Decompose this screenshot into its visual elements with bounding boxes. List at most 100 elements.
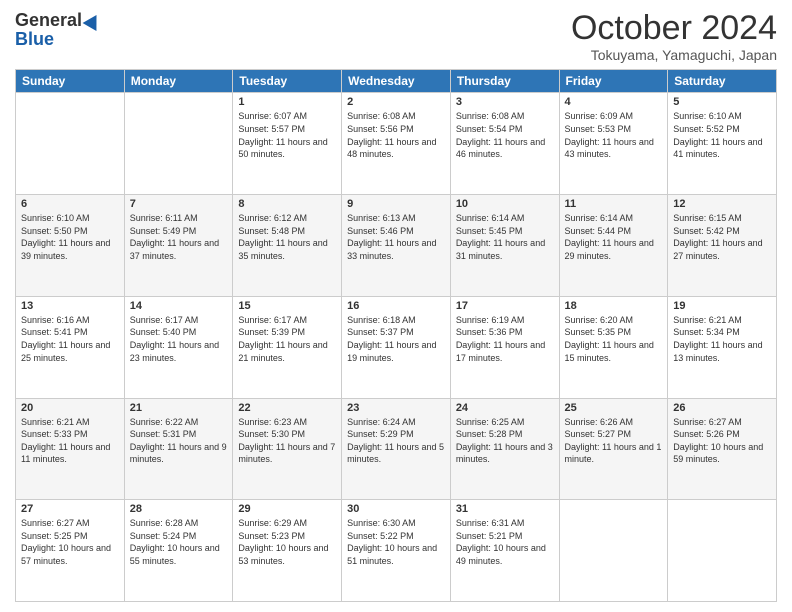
day-number: 20: [21, 402, 119, 414]
calendar-cell: 22 Sunrise: 6:23 AM Sunset: 5:30 PM Dayli…: [233, 398, 342, 500]
logo-general: General: [15, 10, 82, 31]
weekday-header: Tuesday: [233, 70, 342, 93]
calendar-cell: 18 Sunrise: 6:20 AM Sunset: 5:35 PM Dayli…: [559, 296, 668, 398]
calendar-week-row: 20Sunrise: 6:21 AM Sunset: 5:33 PM Dayli…: [16, 398, 777, 500]
calendar-table: SundayMondayTuesdayWednesdayThursdayFrid…: [15, 69, 777, 602]
day-number: 22: [238, 402, 336, 414]
calendar-cell: 16 Sunrise: 6:18 AM Sunset: 5:37 PM Dayli…: [342, 296, 451, 398]
logo-blue: Blue: [15, 29, 54, 49]
calendar-cell: 27Sunrise: 6:27 AM Sunset: 5:25 PM Dayli…: [16, 500, 125, 602]
calendar-week-row: 6 Sunrise: 6:10 AM Sunset: 5:50 PM Daylig…: [16, 195, 777, 297]
day-number: 19: [673, 300, 771, 312]
day-info: Sunrise: 6:08 AM Sunset: 5:56 PM Dayligh…: [347, 110, 445, 160]
calendar-cell: [124, 93, 233, 195]
weekday-header: Wednesday: [342, 70, 451, 93]
day-number: 10: [456, 198, 554, 210]
day-number: 18: [565, 300, 663, 312]
day-number: 4: [565, 96, 663, 108]
day-number: 30: [347, 503, 445, 515]
day-info: Sunrise: 6:07 AM Sunset: 5:57 PM Dayligh…: [238, 110, 336, 160]
calendar-cell: [16, 93, 125, 195]
day-info: Sunrise: 6:22 AM Sunset: 5:31 PM Dayligh…: [130, 416, 228, 466]
calendar-cell: 14Sunrise: 6:17 AM Sunset: 5:40 PM Dayli…: [124, 296, 233, 398]
logo-text: General: [15, 10, 101, 31]
day-info: Sunrise: 6:28 AM Sunset: 5:24 PM Dayligh…: [130, 517, 228, 567]
day-number: 12: [673, 198, 771, 210]
day-info: Sunrise: 6:30 AM Sunset: 5:22 PM Dayligh…: [347, 517, 445, 567]
calendar-cell: 2 Sunrise: 6:08 AM Sunset: 5:56 PM Daylig…: [342, 93, 451, 195]
calendar-cell: 15 Sunrise: 6:17 AM Sunset: 5:39 PM Dayli…: [233, 296, 342, 398]
day-info: Sunrise: 6:14 AM Sunset: 5:44 PM Dayligh…: [565, 212, 663, 262]
calendar-cell: [559, 500, 668, 602]
day-number: 13: [21, 300, 119, 312]
day-info: Sunrise: 6:31 AM Sunset: 5:21 PM Dayligh…: [456, 517, 554, 567]
day-info: Sunrise: 6:19 AM Sunset: 5:36 PM Dayligh…: [456, 314, 554, 364]
day-number: 23: [347, 402, 445, 414]
day-number: 5: [673, 96, 771, 108]
day-number: 28: [130, 503, 228, 515]
day-info: Sunrise: 6:17 AM Sunset: 5:40 PM Dayligh…: [130, 314, 228, 364]
weekday-header: Saturday: [668, 70, 777, 93]
weekday-header: Friday: [559, 70, 668, 93]
weekday-header: Thursday: [450, 70, 559, 93]
calendar-cell: 9Sunrise: 6:13 AM Sunset: 5:46 PM Daylig…: [342, 195, 451, 297]
day-info: Sunrise: 6:25 AM Sunset: 5:28 PM Dayligh…: [456, 416, 554, 466]
calendar-week-row: 13 Sunrise: 6:16 AM Sunset: 5:41 PM Dayli…: [16, 296, 777, 398]
calendar-cell: 26Sunrise: 6:27 AM Sunset: 5:26 PM Dayli…: [668, 398, 777, 500]
day-info: Sunrise: 6:09 AM Sunset: 5:53 PM Dayligh…: [565, 110, 663, 160]
logo-icon: [83, 10, 104, 30]
calendar-cell: 28 Sunrise: 6:28 AM Sunset: 5:24 PM Dayli…: [124, 500, 233, 602]
day-info: Sunrise: 6:18 AM Sunset: 5:37 PM Dayligh…: [347, 314, 445, 364]
calendar-cell: 31 Sunrise: 6:31 AM Sunset: 5:21 PM Dayli…: [450, 500, 559, 602]
calendar-cell: 24 Sunrise: 6:25 AM Sunset: 5:28 PM Dayli…: [450, 398, 559, 500]
day-info: Sunrise: 6:11 AM Sunset: 5:49 PM Dayligh…: [130, 212, 228, 262]
day-info: Sunrise: 6:20 AM Sunset: 5:35 PM Dayligh…: [565, 314, 663, 364]
weekday-header: Sunday: [16, 70, 125, 93]
calendar-cell: 10Sunrise: 6:14 AM Sunset: 5:45 PM Dayli…: [450, 195, 559, 297]
calendar-week-row: 27Sunrise: 6:27 AM Sunset: 5:25 PM Dayli…: [16, 500, 777, 602]
day-number: 17: [456, 300, 554, 312]
day-info: Sunrise: 6:29 AM Sunset: 5:23 PM Dayligh…: [238, 517, 336, 567]
header: General Blue October 2024 Tokuyama, Yama…: [15, 10, 777, 63]
calendar-cell: 4 Sunrise: 6:09 AM Sunset: 5:53 PM Daylig…: [559, 93, 668, 195]
day-number: 16: [347, 300, 445, 312]
calendar-cell: 13 Sunrise: 6:16 AM Sunset: 5:41 PM Dayli…: [16, 296, 125, 398]
day-number: 1: [238, 96, 336, 108]
day-number: 6: [21, 198, 119, 210]
day-number: 9: [347, 198, 445, 210]
calendar-cell: 7 Sunrise: 6:11 AM Sunset: 5:49 PM Daylig…: [124, 195, 233, 297]
day-number: 31: [456, 503, 554, 515]
day-number: 21: [130, 402, 228, 414]
calendar-cell: 25Sunrise: 6:26 AM Sunset: 5:27 PM Dayli…: [559, 398, 668, 500]
day-info: Sunrise: 6:15 AM Sunset: 5:42 PM Dayligh…: [673, 212, 771, 262]
day-number: 8: [238, 198, 336, 210]
day-number: 3: [456, 96, 554, 108]
day-info: Sunrise: 6:16 AM Sunset: 5:41 PM Dayligh…: [21, 314, 119, 364]
month-title: October 2024: [571, 10, 777, 47]
day-info: Sunrise: 6:17 AM Sunset: 5:39 PM Dayligh…: [238, 314, 336, 364]
day-number: 29: [238, 503, 336, 515]
calendar-cell: 23Sunrise: 6:24 AM Sunset: 5:29 PM Dayli…: [342, 398, 451, 500]
calendar-cell: 12 Sunrise: 6:15 AM Sunset: 5:42 PM Dayli…: [668, 195, 777, 297]
calendar-cell: 3 Sunrise: 6:08 AM Sunset: 5:54 PM Daylig…: [450, 93, 559, 195]
day-number: 24: [456, 402, 554, 414]
calendar-cell: 20Sunrise: 6:21 AM Sunset: 5:33 PM Dayli…: [16, 398, 125, 500]
day-number: 7: [130, 198, 228, 210]
day-info: Sunrise: 6:10 AM Sunset: 5:52 PM Dayligh…: [673, 110, 771, 160]
day-info: Sunrise: 6:10 AM Sunset: 5:50 PM Dayligh…: [21, 212, 119, 262]
page: General Blue October 2024 Tokuyama, Yama…: [0, 0, 792, 612]
title-section: October 2024 Tokuyama, Yamaguchi, Japan: [571, 10, 777, 63]
calendar-cell: 21 Sunrise: 6:22 AM Sunset: 5:31 PM Dayli…: [124, 398, 233, 500]
calendar-cell: 19Sunrise: 6:21 AM Sunset: 5:34 PM Dayli…: [668, 296, 777, 398]
day-number: 27: [21, 503, 119, 515]
calendar-cell: 1 Sunrise: 6:07 AM Sunset: 5:57 PM Daylig…: [233, 93, 342, 195]
day-info: Sunrise: 6:08 AM Sunset: 5:54 PM Dayligh…: [456, 110, 554, 160]
weekday-header: Monday: [124, 70, 233, 93]
day-number: 15: [238, 300, 336, 312]
location: Tokuyama, Yamaguchi, Japan: [571, 47, 777, 63]
calendar-cell: 5 Sunrise: 6:10 AM Sunset: 5:52 PM Daylig…: [668, 93, 777, 195]
day-number: 2: [347, 96, 445, 108]
calendar-week-row: 1 Sunrise: 6:07 AM Sunset: 5:57 PM Daylig…: [16, 93, 777, 195]
day-number: 25: [565, 402, 663, 414]
day-info: Sunrise: 6:23 AM Sunset: 5:30 PM Dayligh…: [238, 416, 336, 466]
